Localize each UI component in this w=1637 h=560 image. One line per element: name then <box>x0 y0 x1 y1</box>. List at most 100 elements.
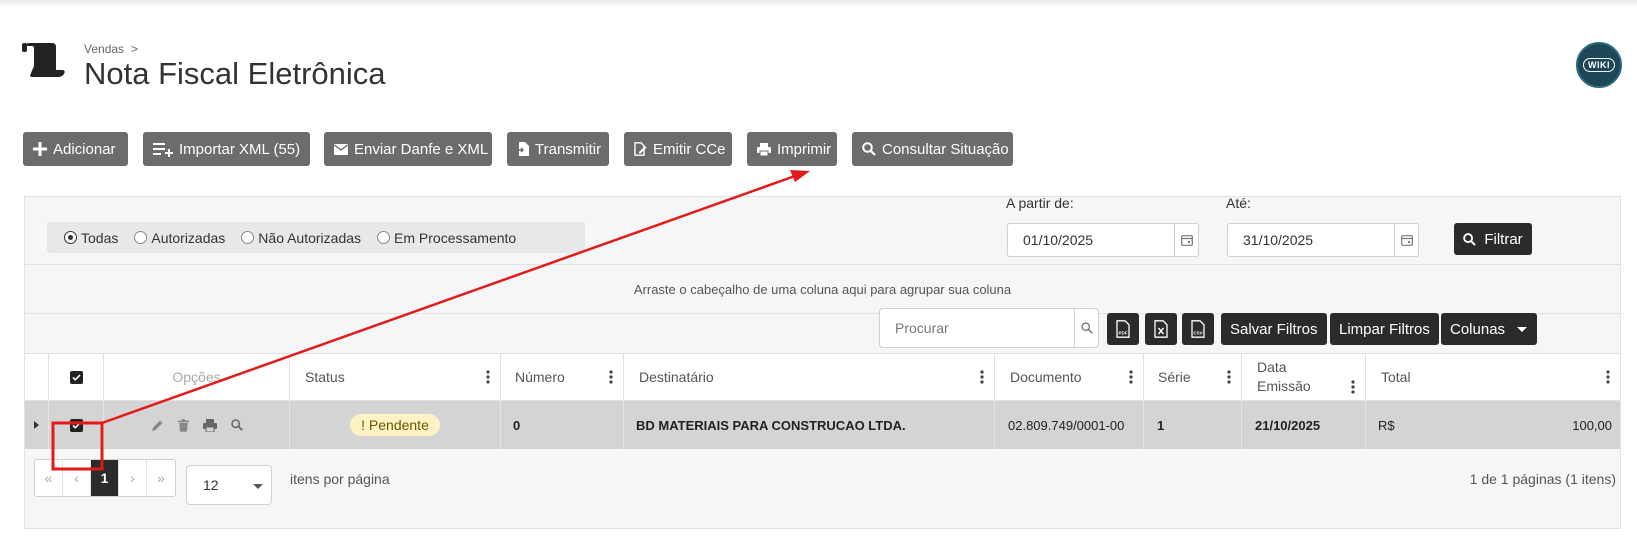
header-status[interactable]: Status <box>290 354 501 400</box>
column-menu-icon[interactable] <box>1606 370 1610 384</box>
add-button[interactable]: Adicionar <box>23 132 128 166</box>
filter-button[interactable]: Filtrar <box>1454 223 1532 255</box>
header-serie-label: Série <box>1158 369 1191 385</box>
grid-header-row: Opções Status Número Destinatário Docume… <box>25 353 1620 401</box>
column-menu-icon[interactable] <box>486 370 490 384</box>
header-opcoes-label: Opções <box>172 369 221 385</box>
status-badge: ! Pendente <box>350 414 440 436</box>
radio-dot <box>64 231 77 244</box>
plus-icon <box>33 142 47 156</box>
header-status-label: Status <box>305 369 345 385</box>
caret-down-icon <box>1517 327 1527 332</box>
row-select-cell <box>49 401 104 449</box>
printer-icon <box>757 142 771 156</box>
search-icon[interactable] <box>230 419 243 431</box>
from-date-field[interactable] <box>1007 223 1199 257</box>
emit-cce-button[interactable]: Emitir CCe <box>624 132 732 166</box>
first-page-button[interactable]: « <box>35 460 63 496</box>
grid-search-input[interactable] <box>880 309 1076 347</box>
column-menu-icon[interactable] <box>1129 370 1133 384</box>
printer-icon[interactable] <box>202 418 217 432</box>
prev-page-button[interactable]: ‹ <box>63 460 91 496</box>
page-size-select[interactable]: 12 <box>186 465 272 505</box>
header-numero-label: Número <box>515 369 565 385</box>
radio-label: Não Autorizadas <box>258 229 362 246</box>
row-checkbox[interactable] <box>69 418 83 432</box>
radio-nao-autorizadas[interactable]: Não Autorizadas <box>241 230 361 246</box>
send-danfe-button[interactable]: Enviar Danfe e XML <box>324 132 492 166</box>
breadcrumb: Vendas > <box>84 42 138 56</box>
csv-export-icon[interactable]: CSV <box>1182 313 1214 345</box>
print-button[interactable]: Imprimir <box>747 132 837 166</box>
breadcrumb-vendas[interactable]: Vendas <box>84 42 124 56</box>
check-status-button[interactable]: Consultar Situação <box>852 132 1013 166</box>
add-button-label: Adicionar <box>53 140 116 158</box>
last-page-button[interactable]: » <box>147 460 175 496</box>
svg-text:PDF: PDF <box>1119 331 1128 336</box>
import-xml-button[interactable]: Importar XML (55) <box>143 132 310 166</box>
header-documento[interactable]: Documento <box>995 354 1144 400</box>
select-all-checkbox[interactable] <box>69 370 83 384</box>
radio-em-processamento[interactable]: Em Processamento <box>377 230 516 246</box>
file-edit-icon <box>634 142 647 156</box>
column-menu-icon[interactable] <box>1227 370 1231 384</box>
transmit-button[interactable]: Transmitir <box>507 132 609 166</box>
header-total[interactable]: Total <box>1366 354 1620 400</box>
column-menu-icon[interactable] <box>1351 380 1355 394</box>
row-status-cell: ! Pendente <box>290 401 501 449</box>
to-date-label: Até: <box>1226 195 1251 211</box>
radio-dot <box>134 231 148 244</box>
calendar-icon[interactable] <box>1174 224 1198 256</box>
row-recipient-cell: BD MATERIAIS PARA CONSTRUCAO LTDA. <box>624 401 995 449</box>
clear-filters-button[interactable]: Limpar Filtros <box>1330 313 1439 345</box>
radio-dot <box>377 231 391 244</box>
status-filter-group: Todas Autorizadas Não Autorizadas Em Pro… <box>47 222 585 253</box>
transmit-label: Transmitir <box>535 140 602 158</box>
radio-label: Todas <box>81 229 119 246</box>
column-menu-icon[interactable] <box>980 370 984 384</box>
to-date-input[interactable] <box>1228 224 1394 256</box>
column-menu-icon[interactable] <box>609 370 613 384</box>
from-date-input[interactable] <box>1008 224 1174 256</box>
group-drop-area[interactable]: Arraste o cabeçalho de uma coluna aqui p… <box>25 264 1620 314</box>
search-icon <box>1463 232 1477 246</box>
page-size-value: 12 <box>203 477 219 493</box>
save-filters-label: Salvar Filtros <box>1230 320 1318 338</box>
table-row[interactable]: ! Pendente 0 BD MATERIAIS PARA CONSTRUCA… <box>25 401 1620 449</box>
envelope-icon <box>334 143 348 155</box>
header-data-emissao[interactable]: Data Emissão <box>1242 354 1366 400</box>
radio-label: Em Processamento <box>394 229 517 246</box>
header-numero[interactable]: Número <box>501 354 624 400</box>
radio-todas[interactable]: Todas <box>64 230 118 246</box>
header-opcoes: Opções <box>104 354 290 400</box>
search-icon[interactable] <box>1074 309 1098 347</box>
header-serie[interactable]: Série <box>1144 354 1242 400</box>
pagination: « ‹ 1 › » <box>34 459 176 497</box>
columns-button[interactable]: Colunas <box>1441 313 1537 345</box>
radio-autorizadas[interactable]: Autorizadas <box>134 230 225 246</box>
expand-row-icon[interactable] <box>34 421 39 429</box>
app-logo-icon <box>22 43 65 77</box>
next-page-button[interactable]: › <box>119 460 147 496</box>
calendar-icon[interactable] <box>1394 224 1418 256</box>
to-date-field[interactable] <box>1227 223 1419 257</box>
send-danfe-label: Enviar Danfe e XML <box>354 140 489 158</box>
edit-icon[interactable] <box>151 419 164 432</box>
pdf-export-icon[interactable]: PDF <box>1107 313 1139 345</box>
clear-filters-label: Limpar Filtros <box>1339 320 1430 338</box>
page-1-button[interactable]: 1 <box>91 460 119 496</box>
excel-export-icon[interactable] <box>1145 313 1177 345</box>
list-add-icon <box>153 143 173 157</box>
wiki-button[interactable]: WIKI <box>1576 42 1622 88</box>
page-title: Nota Fiscal Eletrônica <box>84 56 386 91</box>
grid-search-field[interactable] <box>879 308 1099 348</box>
trash-icon[interactable] <box>177 418 189 432</box>
save-filters-button[interactable]: Salvar Filtros <box>1221 313 1327 345</box>
invoice-grid-panel: Todas Autorizadas Não Autorizadas Em Pro… <box>24 195 1621 529</box>
import-xml-label: Importar XML (55) <box>179 140 301 158</box>
per-page-label: itens por página <box>290 471 390 487</box>
emit-cce-label: Emitir CCe <box>653 140 726 158</box>
radio-dot <box>241 231 255 244</box>
header-destinatario-label: Destinatário <box>639 369 714 385</box>
header-destinatario[interactable]: Destinatário <box>624 354 995 400</box>
